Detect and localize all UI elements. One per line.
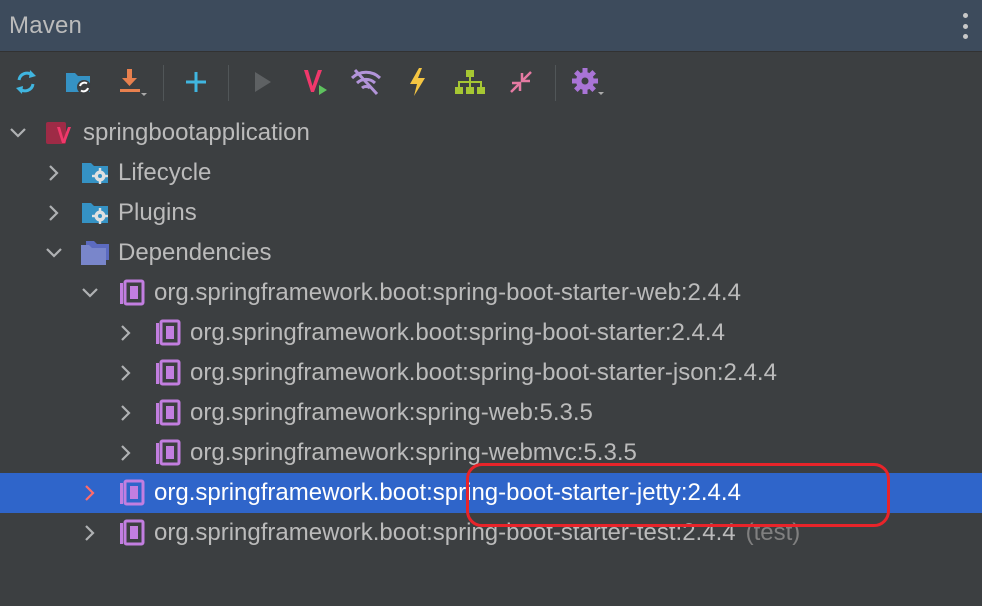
tree-node-dependency[interactable]: org.springframework:spring-webmvc:5.3.5 xyxy=(0,433,982,473)
tree-node-dependency[interactable]: org.springframework.boot:spring-boot-sta… xyxy=(0,513,982,553)
run-icon[interactable] xyxy=(243,63,281,101)
maven-module-icon xyxy=(46,122,71,144)
tree-node-label: org.springframework:spring-web:5.3.5 xyxy=(190,399,593,426)
chevron-right-icon[interactable] xyxy=(117,444,135,462)
settings-icon[interactable] xyxy=(569,63,607,101)
tool-window-header: Maven xyxy=(0,0,982,52)
chevron-right-icon[interactable] xyxy=(81,524,99,542)
folder-gear-icon xyxy=(82,203,108,224)
tree-node-label: Lifecycle xyxy=(118,159,212,186)
tree-node-label: org.springframework.boot:spring-boot-sta… xyxy=(154,279,741,306)
tree-node-label: org.springframework.boot:spring-boot-sta… xyxy=(154,519,800,547)
add-icon[interactable] xyxy=(177,63,215,101)
tree-node-dependency[interactable]: org.springframework:spring-web:5.3.5 xyxy=(0,393,982,433)
show-dependencies-icon[interactable] xyxy=(451,63,489,101)
tree-node-lifecycle[interactable]: Lifecycle xyxy=(0,153,982,193)
toolbar-separator xyxy=(228,65,229,101)
library-icon xyxy=(156,319,181,346)
dependencies-folder-icon xyxy=(81,241,109,265)
library-icon xyxy=(120,479,145,506)
more-options-icon[interactable] xyxy=(958,13,972,39)
tree-node-label: org.springframework.boot:spring-boot-sta… xyxy=(190,319,725,346)
execute-maven-goal-icon[interactable] xyxy=(297,63,335,101)
tree-node-dependency-selected[interactable]: org.springframework.boot:spring-boot-sta… xyxy=(0,473,982,513)
tree-node-dependency[interactable]: org.springframework.boot:spring-boot-sta… xyxy=(0,353,982,393)
chevron-right-icon[interactable] xyxy=(45,164,63,182)
toggle-offline-icon[interactable] xyxy=(347,63,385,101)
tree-node-plugins[interactable]: Plugins xyxy=(0,193,982,233)
chevron-down-icon[interactable] xyxy=(9,124,27,142)
skip-tests-icon[interactable] xyxy=(399,63,437,101)
download-icon[interactable] xyxy=(112,63,150,101)
library-icon xyxy=(120,279,145,306)
reload-project-icon[interactable] xyxy=(60,63,98,101)
tree-node-label: org.springframework.boot:spring-boot-sta… xyxy=(190,359,777,386)
collapse-all-icon[interactable] xyxy=(502,63,540,101)
toolbar-separator xyxy=(163,65,164,101)
chevron-right-icon[interactable] xyxy=(117,324,135,342)
tree-node-label: springbootapplication xyxy=(83,119,310,146)
reload-icon[interactable] xyxy=(7,63,45,101)
library-icon xyxy=(120,519,145,546)
maven-toolbar xyxy=(0,53,982,111)
chevron-right-icon[interactable] xyxy=(45,204,63,222)
chevron-right-icon[interactable] xyxy=(81,484,99,502)
tree-node-dependency[interactable]: org.springframework.boot:spring-boot-sta… xyxy=(0,313,982,353)
library-icon xyxy=(156,439,181,466)
chevron-right-icon[interactable] xyxy=(117,364,135,382)
tree-node-root[interactable]: springbootapplication xyxy=(0,113,982,153)
library-icon xyxy=(156,359,181,386)
panel-title: Maven xyxy=(9,12,83,39)
toolbar-separator xyxy=(555,65,556,101)
chevron-down-icon[interactable] xyxy=(45,244,63,262)
chevron-down-icon[interactable] xyxy=(81,284,99,302)
tree-node-dependencies[interactable]: Dependencies xyxy=(0,233,982,273)
tree-node-label: Plugins xyxy=(118,199,197,226)
folder-gear-icon xyxy=(82,163,108,184)
tree-node-label: org.springframework.boot:spring-boot-sta… xyxy=(154,479,741,506)
library-icon xyxy=(156,399,181,426)
dependency-coordinates: org.springframework.boot:spring-boot-sta… xyxy=(154,519,736,546)
tree-node-dependency[interactable]: org.springframework.boot:spring-boot-sta… xyxy=(0,273,982,313)
tree-node-label: org.springframework:spring-webmvc:5.3.5 xyxy=(190,439,637,466)
chevron-right-icon[interactable] xyxy=(117,404,135,422)
scope-label: (test) xyxy=(745,519,801,546)
tree-node-label: Dependencies xyxy=(118,239,272,266)
